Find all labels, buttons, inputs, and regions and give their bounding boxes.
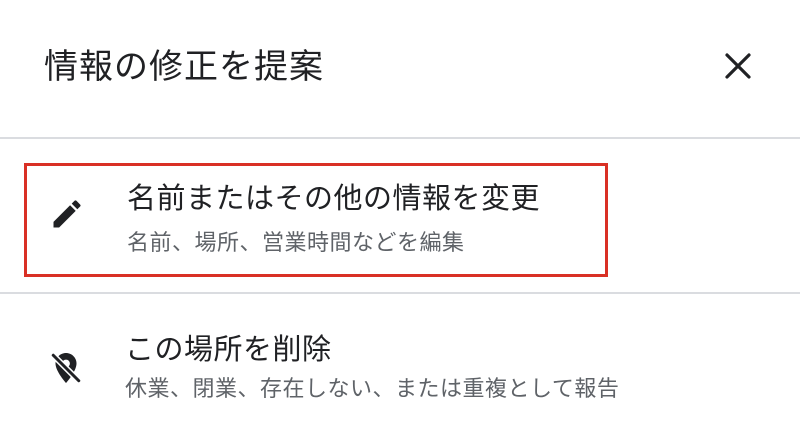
change-name-or-other-info-option[interactable]: 名前またはその他の情報を変更 名前、場所、営業時間などを編集 [24, 163, 608, 277]
option-subtitle: 名前、場所、営業時間などを編集 [127, 231, 465, 256]
remove-place-option[interactable]: この場所を削除 休業、閉業、存在しない、または重複として報告 [24, 310, 784, 424]
option-title: この場所を削除 [125, 332, 332, 366]
pencil-icon [47, 194, 87, 234]
suggest-edit-dialog: 情報の修正を提案 名前またはその他の情報を変更 名前、場所、営業時間などを編集 [0, 0, 800, 440]
close-button[interactable] [712, 40, 764, 92]
close-icon [725, 53, 751, 79]
dialog-title: 情報の修正を提案 [44, 47, 324, 87]
option-title: 名前またはその他の情報を変更 [127, 181, 541, 215]
header-divider [0, 137, 800, 139]
section-divider [0, 292, 800, 294]
location-off-icon [46, 348, 86, 388]
dialog-header: 情報の修正を提案 [0, 0, 800, 138]
option-subtitle: 休業、閉業、存在しない、または重複として報告 [125, 377, 620, 402]
